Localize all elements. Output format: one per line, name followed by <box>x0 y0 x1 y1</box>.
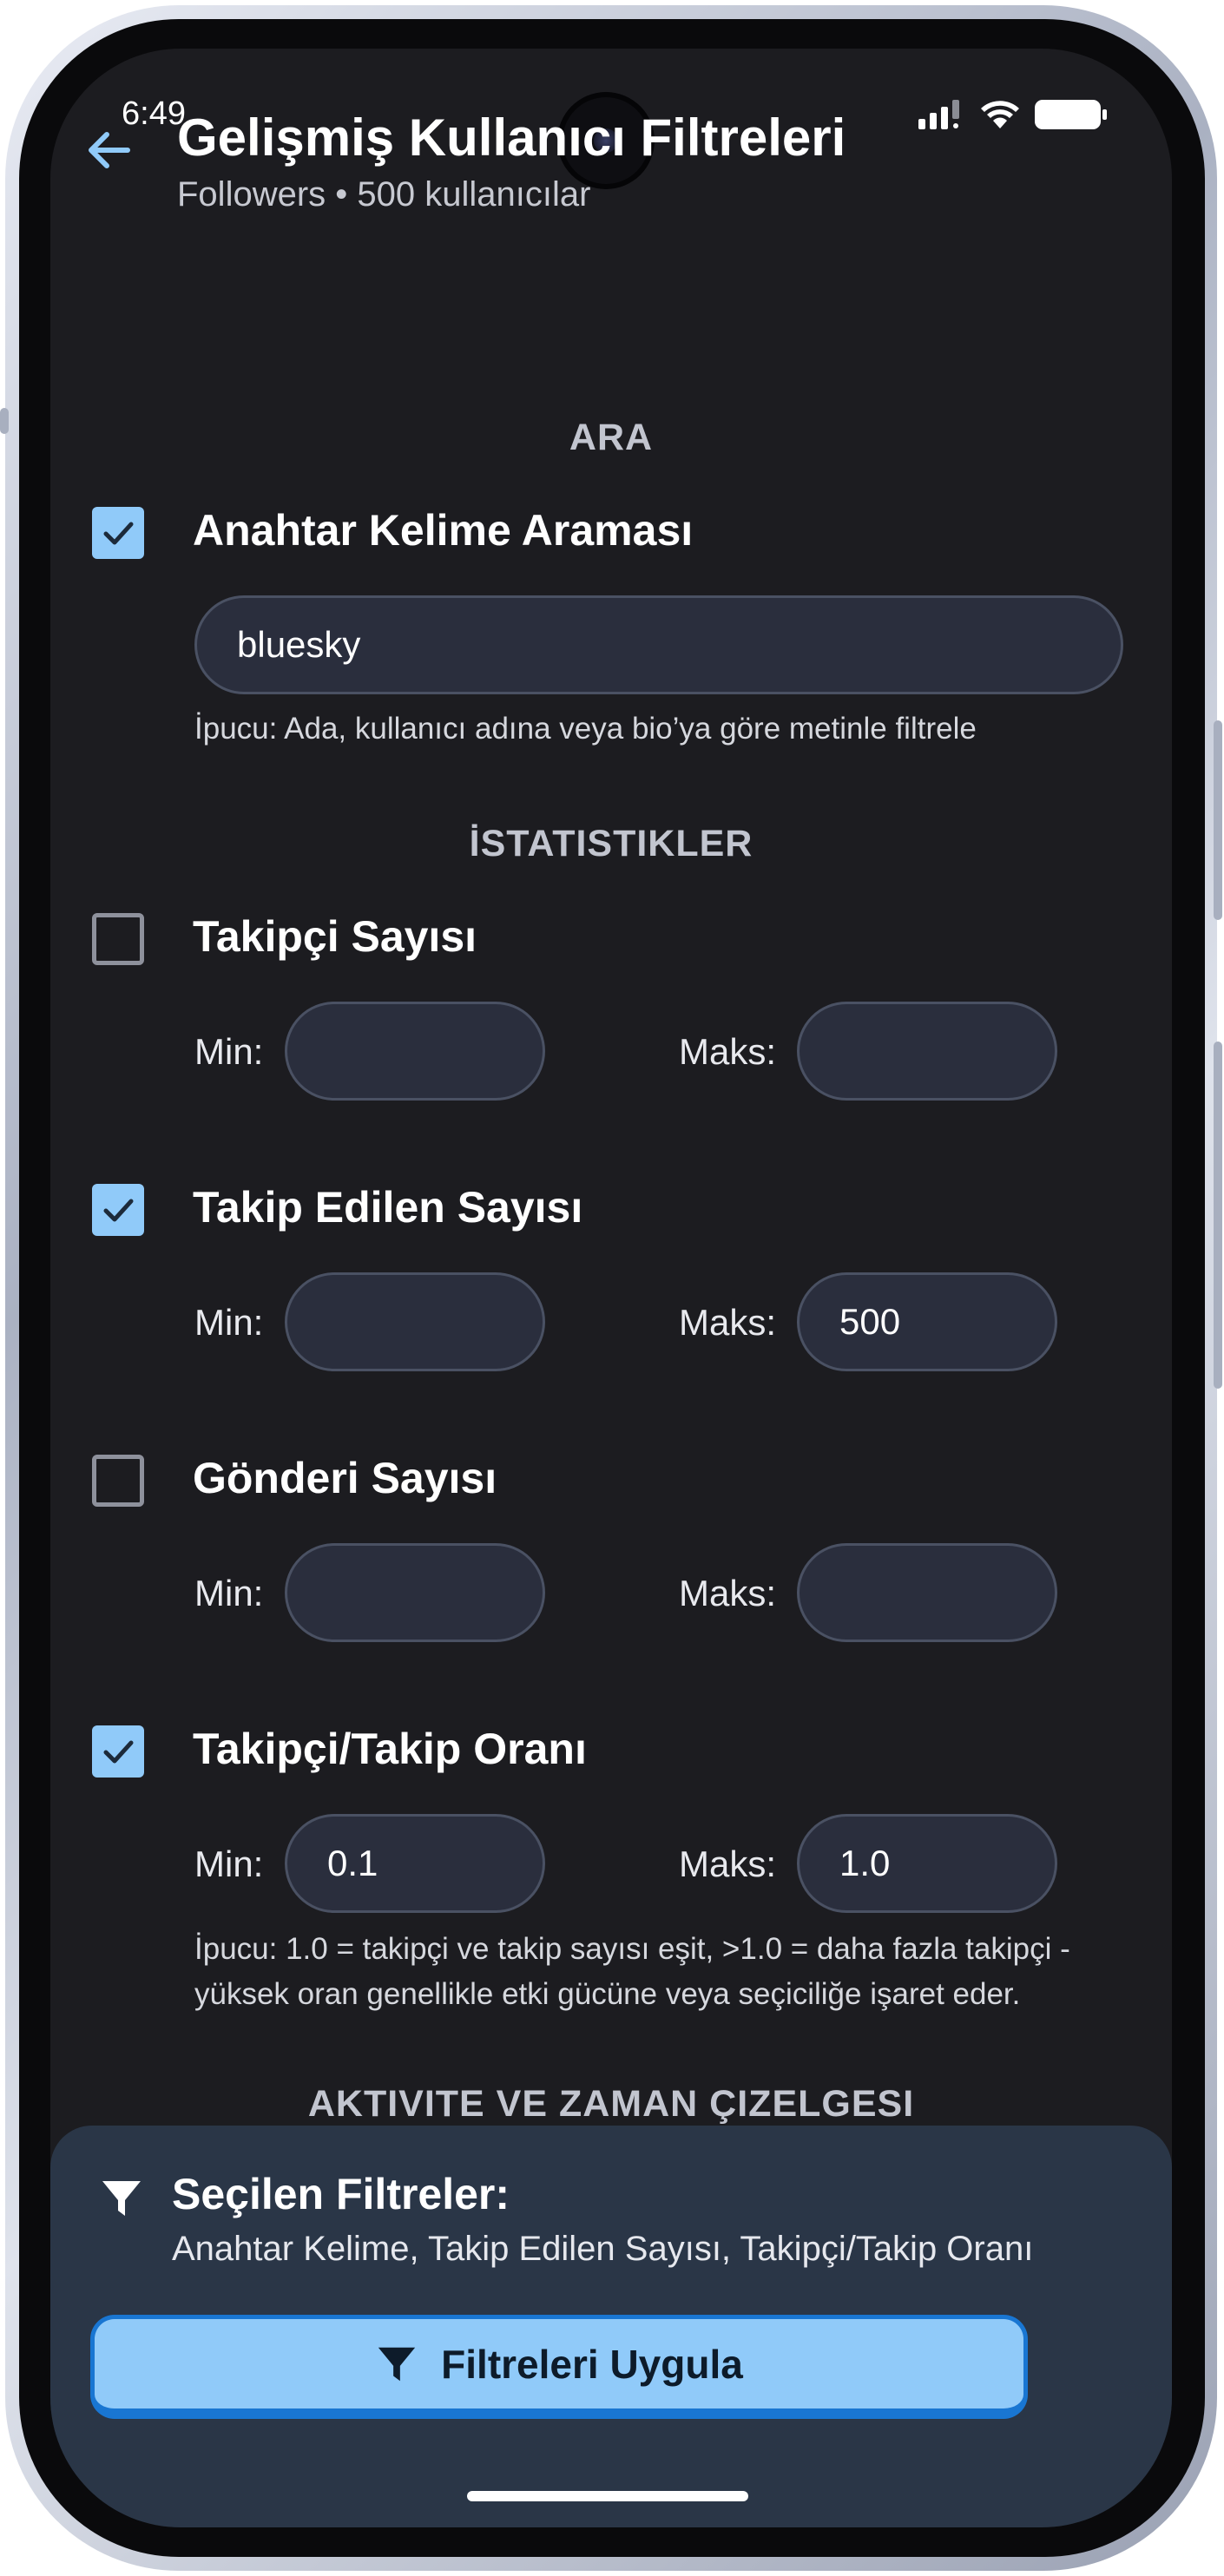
section-header-activity: AKTIVITE VE ZAMAN ÇIZELGESI <box>307 2083 915 2125</box>
max-label: Maks: <box>679 1843 777 1884</box>
post-count-max-input[interactable] <box>797 1543 1057 1642</box>
arrow-left-icon <box>89 132 130 168</box>
status-icons <box>918 99 1107 130</box>
action-button <box>0 408 9 434</box>
wifi-icon <box>981 101 1019 128</box>
check-icon <box>103 1740 134 1764</box>
back-button[interactable] <box>80 122 137 179</box>
min-label: Min: <box>194 1573 264 1613</box>
page-title: Gelişmiş Kullanıcı Filtreleri <box>177 108 846 167</box>
following-count-label: Takip Edilen Sayısı <box>193 1183 583 1232</box>
min-label: Min: <box>194 1843 264 1884</box>
following-count-max-input[interactable]: 500 <box>797 1272 1057 1371</box>
check-icon <box>103 1199 134 1222</box>
keyword-search-checkbox[interactable] <box>92 507 144 559</box>
battery-icon <box>1035 100 1107 129</box>
post-count-min-input[interactable] <box>285 1543 545 1642</box>
max-label: Maks: <box>679 1573 777 1613</box>
keyword-hint: İpucu: Ada, kullanıcı adına veya bio’ya … <box>194 712 977 746</box>
min-label: Min: <box>194 1302 264 1343</box>
home-indicator[interactable] <box>467 2491 748 2501</box>
post-count-checkbox[interactable] <box>92 1455 144 1507</box>
ratio-min-input[interactable]: 0.1 <box>285 1814 545 1913</box>
max-label: Maks: <box>679 1031 777 1072</box>
volume-up-button <box>1214 720 1222 920</box>
signal-icon <box>918 100 959 129</box>
ratio-checkbox[interactable] <box>92 1725 144 1778</box>
app-screen: 6:49 Gelişmiş Kullanıcı Filtreleri Follo… <box>50 49 1172 2527</box>
follower-count-label: Takipçi Sayısı <box>193 912 477 961</box>
follower-count-min-input[interactable] <box>285 1002 545 1101</box>
apply-filters-button[interactable]: Filtreleri Uygula <box>90 2315 1028 2419</box>
follower-count-max-input[interactable] <box>797 1002 1057 1101</box>
following-count-checkbox[interactable] <box>92 1184 144 1236</box>
filter-icon <box>102 2181 141 2216</box>
check-icon <box>103 522 134 545</box>
min-label: Min: <box>194 1031 264 1072</box>
following-count-min-input[interactable] <box>285 1272 545 1371</box>
selected-filters-sheet: Seçilen Filtreler: Anahtar Kelime, Takip… <box>50 2126 1172 2527</box>
page-subtitle: Followers • 500 kullanıcılar <box>177 175 591 214</box>
filter-icon <box>378 2347 416 2381</box>
keyword-search-input[interactable]: bluesky <box>194 595 1123 694</box>
keyword-search-label: Anahtar Kelime Araması <box>193 506 694 555</box>
ratio-max-input[interactable]: 1.0 <box>797 1814 1057 1913</box>
selected-filters-title: Seçilen Filtreler: <box>172 2170 510 2218</box>
power-button <box>1214 1042 1222 1389</box>
apply-filters-label: Filtreleri Uygula <box>441 2341 743 2387</box>
ratio-label: Takipçi/Takip Oranı <box>193 1725 587 1773</box>
post-count-label: Gönderi Sayısı <box>193 1454 497 1502</box>
follower-count-checkbox[interactable] <box>92 913 144 965</box>
section-header-search: ARA <box>569 417 654 458</box>
section-header-stats: İSTATISTIKLER <box>469 823 753 864</box>
selected-filters-list: Anahtar Kelime, Takip Edilen Sayısı, Tak… <box>172 2230 1034 2268</box>
ratio-hint: İpucu: 1.0 = takipçi ve takip sayısı eşi… <box>194 1932 1070 2011</box>
max-label: Maks: <box>679 1302 777 1343</box>
